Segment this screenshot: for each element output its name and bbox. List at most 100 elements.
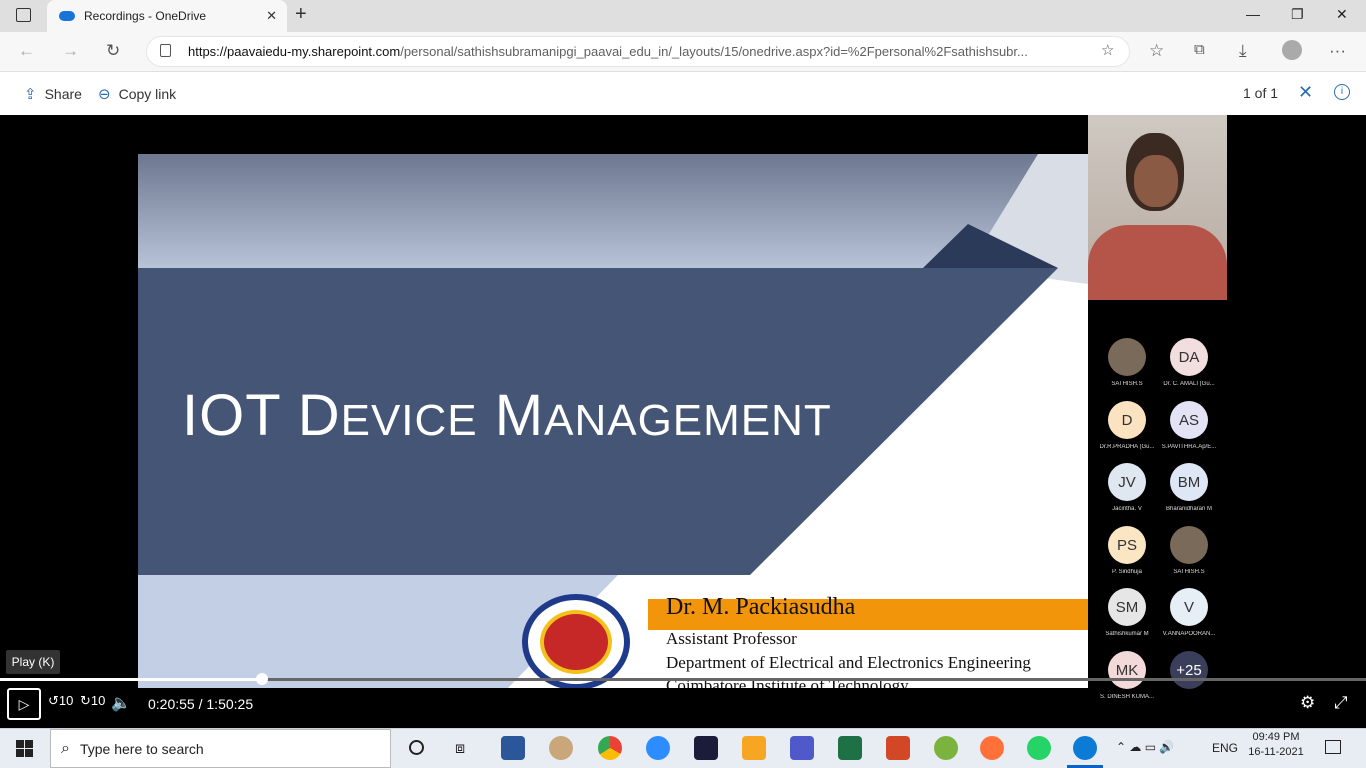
participant-avatar: SM: [1108, 588, 1146, 626]
app-a-icon[interactable]: [694, 736, 718, 760]
lock-icon[interactable]: [160, 44, 171, 57]
participant-tile: BM Bharanidharan M: [1159, 463, 1219, 512]
play-tooltip: Play (K): [6, 650, 60, 674]
participant-name: Dr.R.PRADHA (Gu...: [1099, 444, 1155, 450]
item-counter: 1 of 1: [1243, 85, 1279, 101]
tab-title: Recordings - OneDrive: [84, 9, 207, 23]
share-button[interactable]: ⇪ Share: [24, 85, 82, 103]
participant-name: Jacintha. V: [1112, 506, 1142, 512]
profile-avatar[interactable]: [1282, 40, 1302, 60]
search-icon: ⌕: [61, 739, 70, 757]
share-icon: ⇪: [24, 86, 37, 103]
tray-icons[interactable]: ⌃ ☁ ▭ 🔊: [1116, 740, 1174, 754]
app-game-icon[interactable]: [934, 736, 958, 760]
chrome-icon[interactable]: [598, 736, 622, 760]
forward-10-icon[interactable]: ↻10: [80, 693, 105, 709]
participant-name: Dr. C. AMALI (Gu...: [1163, 381, 1215, 387]
participant-tile: D Dr.R.PRADHA (Gu...: [1097, 401, 1157, 450]
excel-icon[interactable]: [838, 736, 862, 760]
paint-icon[interactable]: [549, 736, 573, 760]
language-indicator[interactable]: ENG: [1212, 741, 1238, 755]
fullscreen-icon[interactable]: ⤢: [1334, 693, 1348, 713]
person-face: [1134, 155, 1178, 207]
presentation-slide: IOT DEVICE MANAGEMENT Dr. M. Packiasudha…: [138, 154, 1088, 688]
vlc-icon[interactable]: [742, 736, 766, 760]
clock[interactable]: 09:49 PM 16-11-2021: [1248, 731, 1304, 758]
tab-actions-icon[interactable]: [16, 8, 31, 22]
settings-more-icon[interactable]: ···: [1329, 41, 1346, 61]
participant-avatar: BM: [1170, 463, 1208, 501]
collections-icon[interactable]: ⧉: [1194, 41, 1205, 58]
favorites-icon[interactable]: ☆: [1149, 41, 1164, 61]
minimize-button[interactable]: —: [1246, 6, 1260, 22]
participant-name: S. DINESH KUMA...: [1099, 694, 1154, 700]
participant-avatar: V: [1170, 588, 1208, 626]
participant-name: Bharanidharan M: [1165, 506, 1213, 512]
copy-link-button[interactable]: ⊖ Copy link: [98, 85, 176, 103]
browser-tab[interactable]: Recordings - OneDrive ✕: [47, 0, 287, 32]
info-icon[interactable]: i: [1334, 84, 1350, 100]
presenter-role: Assistant Professor: [666, 629, 797, 648]
play-icon: ▷: [18, 695, 30, 712]
play-button[interactable]: ▷: [7, 688, 41, 720]
whatsapp-icon[interactable]: [1027, 736, 1051, 760]
onedrive-command-bar: [0, 72, 1366, 115]
presenter-name: Dr. M. Packiasudha: [666, 594, 856, 620]
forward-arrow-icon[interactable]: →: [62, 41, 79, 61]
participant-photo: [1108, 338, 1146, 376]
task-view-icon[interactable]: ⧈: [455, 740, 465, 758]
institute-logo: [522, 594, 630, 688]
downloads-icon[interactable]: ⤓: [1239, 41, 1247, 61]
participant-tile: AS S.PAVITHRA.Ap/E...: [1159, 401, 1219, 450]
webcam-feed: [1088, 115, 1227, 300]
volume-icon[interactable]: 🔈: [111, 693, 131, 713]
participant-avatar: MK: [1108, 651, 1146, 689]
presenter-department: Department of Electrical and Electronics…: [666, 653, 1031, 672]
participant-avatar: JV: [1108, 463, 1146, 501]
participant-tile: V V.ANNAPOORAN...: [1159, 588, 1219, 637]
participant-avatar: D: [1108, 401, 1146, 439]
participant-tile: JV Jacintha. V: [1097, 463, 1157, 512]
firefox-icon[interactable]: [980, 736, 1004, 760]
powerpoint-icon[interactable]: [886, 736, 910, 760]
maximize-button[interactable]: ❐: [1291, 6, 1304, 23]
participant-photo: [1170, 526, 1208, 564]
taskbar-search-box[interactable]: ⌕ Type here to search: [50, 729, 391, 768]
edge-icon[interactable]: [1073, 736, 1097, 760]
participant-name: P. Sindhuja: [1112, 569, 1142, 575]
close-window-button[interactable]: ✕: [1336, 6, 1348, 23]
slide-title: IOT DEVICE MANAGEMENT: [182, 383, 832, 448]
clock-date: 16-11-2021: [1248, 746, 1304, 758]
add-favorite-icon[interactable]: ☆: [1101, 41, 1114, 59]
tab-close-icon[interactable]: ✕: [266, 8, 277, 24]
back-arrow-icon[interactable]: ←: [18, 41, 35, 61]
person-body: [1088, 225, 1227, 300]
cortana-icon[interactable]: [409, 740, 424, 755]
teams-icon[interactable]: [790, 736, 814, 760]
participant-avatar: +25: [1170, 651, 1208, 689]
new-tab-button[interactable]: +: [295, 3, 307, 26]
notifications-icon[interactable]: [1325, 740, 1341, 754]
participant-name: Sathishkumar M: [1105, 631, 1149, 637]
participant-tile: MK S. DINESH KUMA...: [1097, 651, 1157, 700]
clock-time: 09:49 PM: [1252, 731, 1300, 743]
progress-scrubber[interactable]: [256, 673, 268, 685]
url-text: https://paavaiedu-my.sharepoint.com/pers…: [188, 44, 1028, 59]
participant-tile: SM Sathishkumar M: [1097, 588, 1157, 637]
settings-gear-icon[interactable]: ⚙: [1300, 693, 1315, 713]
refresh-icon[interactable]: ↻: [106, 41, 120, 61]
rewind-10-icon[interactable]: ↺10: [48, 693, 73, 709]
participant-name: SATHISH.S: [1111, 381, 1143, 387]
participant-tile: SATHISH.S: [1159, 526, 1219, 575]
participant-tile: DA Dr. C. AMALI (Gu...: [1159, 338, 1219, 387]
participant-tile: +25: [1159, 651, 1219, 694]
close-viewer-icon[interactable]: ✕: [1298, 82, 1313, 103]
zoom-icon[interactable]: [646, 736, 670, 760]
participant-tile: SATHISH.S: [1097, 338, 1157, 387]
participant-name: S.PAVITHRA.Ap/E...: [1161, 444, 1217, 450]
participant-name: V.ANNAPOORAN...: [1162, 631, 1216, 637]
participant-name: SATHISH.S: [1173, 569, 1205, 575]
time-display: 0:20:55 / 1:50:25: [148, 696, 254, 712]
windows-start-icon[interactable]: [16, 740, 33, 757]
word-icon[interactable]: [501, 736, 525, 760]
